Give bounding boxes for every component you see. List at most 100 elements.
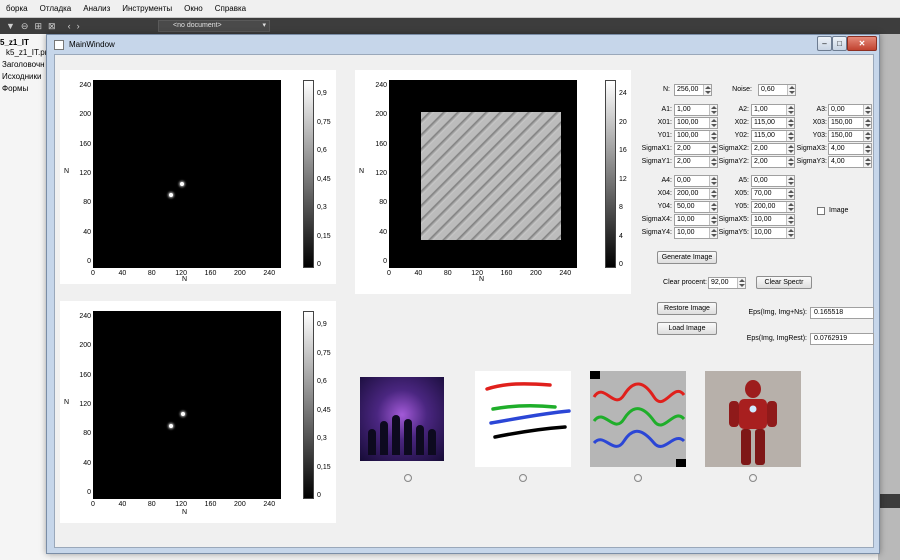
arrow-up-icon[interactable]	[789, 86, 795, 89]
noise-spinbox[interactable]: 0,60	[758, 84, 796, 96]
spin-arrows[interactable]	[786, 189, 794, 199]
spin-arrows[interactable]	[863, 118, 871, 128]
ide-menu-item[interactable]: Анализ	[77, 4, 116, 13]
arrow-down-icon[interactable]	[788, 221, 794, 224]
arrow-down-icon[interactable]	[865, 111, 871, 114]
back-icon[interactable]: ‹	[68, 21, 71, 31]
tree-item[interactable]: Формы	[2, 84, 28, 93]
x-tick-label: 0	[91, 501, 95, 508]
image-checkbox[interactable]	[817, 207, 825, 215]
tree-item[interactable]: k5_z1_IT.pro	[6, 48, 52, 57]
spin-arrows[interactable]	[737, 278, 745, 288]
load-image-button[interactable]: Load Image	[657, 322, 717, 335]
figure-head	[745, 380, 761, 398]
arrow-down-icon[interactable]	[788, 182, 794, 185]
g3-row-2-spinbox[interactable]: 150,00	[828, 117, 872, 129]
x-tick-label: 80	[147, 501, 156, 508]
poster-figure	[368, 429, 376, 455]
thumbnail-wavy-lines[interactable]	[590, 371, 686, 467]
spin-arrows[interactable]	[863, 105, 871, 115]
spin-arrows[interactable]	[786, 215, 794, 225]
arrow-up-icon[interactable]	[865, 106, 871, 109]
spin-arrows[interactable]	[863, 144, 871, 154]
clear-procent-spinbox[interactable]: 92,00	[708, 277, 746, 289]
eps-restored-field[interactable]: 0.0762919	[810, 333, 874, 345]
ide-menu-item[interactable]: Отладка	[34, 4, 78, 13]
link-icon[interactable]: ⊖	[21, 21, 29, 32]
restore-image-button[interactable]: Restore Image	[657, 302, 717, 315]
arrow-up-icon[interactable]	[865, 132, 871, 135]
thumbnail-4-radio[interactable]	[749, 474, 757, 482]
source-image-canvas	[93, 80, 281, 268]
g5-row-5-spinbox[interactable]: 10,00	[751, 227, 795, 239]
arrow-down-icon[interactable]	[788, 234, 794, 237]
ide-menu-item[interactable]: Справка	[209, 4, 252, 13]
arrow-down-icon[interactable]	[865, 150, 871, 153]
spin-arrows[interactable]	[786, 176, 794, 186]
thumbnail-avengers-poster[interactable]	[360, 377, 444, 461]
thumbnail-colored-lines[interactable]	[475, 371, 571, 467]
arrow-up-icon[interactable]	[865, 158, 871, 161]
eps-noise-field[interactable]: 0.165518	[810, 307, 874, 319]
gaussian-spot-1	[169, 424, 173, 428]
tree-item[interactable]: Исходники	[2, 72, 41, 81]
g5-row-3-spinbox[interactable]: 200,00	[751, 201, 795, 213]
spin-arrows[interactable]	[863, 131, 871, 141]
g5-row-1-spinbox[interactable]: 0,00	[751, 175, 795, 187]
arrow-down-icon[interactable]	[788, 208, 794, 211]
y-tick-label: 200	[79, 111, 91, 119]
g3-row-1-value: 0,00	[831, 106, 845, 113]
ide-menu-item[interactable]: Инструменты	[116, 4, 178, 13]
window-client-area: N N 240 200 160 120 80 40 0 0 40 80 120 160 200 240 0,…	[54, 54, 874, 548]
close-button[interactable]: ✕	[847, 36, 877, 51]
arrow-up-icon[interactable]	[865, 145, 871, 148]
colorbar-tick-label: 0,9	[317, 321, 327, 328]
arrow-down-icon[interactable]	[788, 195, 794, 198]
arrow-up-icon[interactable]	[788, 229, 794, 232]
g5-row-4-spinbox[interactable]: 10,00	[751, 214, 795, 226]
minimize-button[interactable]: –	[817, 36, 832, 51]
spin-arrows[interactable]	[863, 157, 871, 167]
arrow-down-icon[interactable]	[789, 91, 795, 94]
x-tick-label: 240	[263, 270, 276, 277]
clear-spectr-button[interactable]: Clear Spectr	[756, 276, 812, 289]
ide-menu-item[interactable]: Окно	[178, 4, 209, 13]
g3-row-4-label: SigmaX3:	[796, 145, 827, 152]
filter-icon[interactable]: ▼	[6, 21, 15, 31]
thumbnail-2-radio[interactable]	[519, 474, 527, 482]
arrow-down-icon[interactable]	[739, 284, 745, 287]
generate-image-button[interactable]: Generate Image	[657, 251, 717, 264]
document-selector[interactable]: <no document> ▾	[158, 20, 270, 32]
g5-row-2-spinbox[interactable]: 70,00	[751, 188, 795, 200]
thumbnail-3-radio[interactable]	[634, 474, 642, 482]
g3-row-3-spinbox[interactable]: 150,00	[828, 130, 872, 142]
g4-row-2-label: X04:	[657, 190, 672, 197]
arrow-up-icon[interactable]	[788, 190, 794, 193]
arrow-up-icon[interactable]	[788, 203, 794, 206]
ide-menu-item[interactable]: борка	[0, 4, 34, 13]
noise-value: 0,60	[761, 86, 775, 93]
g3-row-5-spinbox[interactable]: 4,00	[828, 156, 872, 168]
g3-row-1-spinbox[interactable]: 0,00	[828, 104, 872, 116]
thumbnail-iron-man[interactable]	[705, 371, 801, 467]
split-icon[interactable]: ⊞	[34, 21, 42, 32]
title-bar[interactable]: MainWindow – □ ✕	[47, 35, 879, 55]
tree-item[interactable]: Заголовочн	[2, 60, 45, 69]
thumbnail-1-radio[interactable]	[404, 474, 412, 482]
tree-item[interactable]: 5_z1_IT	[0, 38, 29, 47]
colorbar-tick-label: 0,45	[317, 175, 331, 183]
close-pane-icon[interactable]: ⊠	[48, 21, 56, 32]
arrow-up-icon[interactable]	[739, 279, 745, 282]
arrow-down-icon[interactable]	[865, 137, 871, 140]
arrow-up-icon[interactable]	[788, 216, 794, 219]
maximize-button[interactable]: □	[832, 36, 847, 51]
spin-arrows[interactable]	[786, 228, 794, 238]
spin-arrows[interactable]	[786, 202, 794, 212]
arrow-down-icon[interactable]	[865, 163, 871, 166]
forward-icon[interactable]: ›	[77, 21, 80, 31]
arrow-up-icon[interactable]	[865, 119, 871, 122]
g3-row-4-spinbox[interactable]: 4,00	[828, 143, 872, 155]
arrow-up-icon[interactable]	[788, 177, 794, 180]
spin-arrows[interactable]	[787, 85, 795, 95]
arrow-down-icon[interactable]	[865, 124, 871, 127]
